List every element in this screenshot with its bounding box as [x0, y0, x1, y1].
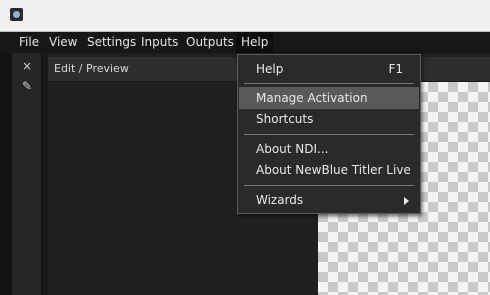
- window-title-bar: [0, 0, 490, 32]
- menu-item-label: About NDI...: [256, 142, 329, 156]
- submenu-arrow-icon: [404, 197, 409, 205]
- menu-bar: File View Settings Inputs Outputs Help: [0, 32, 490, 53]
- menu-settings[interactable]: Settings: [82, 32, 141, 53]
- menu-separator: [244, 134, 414, 135]
- menu-separator: [244, 83, 414, 84]
- menu-help[interactable]: Help: [236, 32, 274, 53]
- menu-item-label: Wizards: [256, 193, 304, 207]
- menu-item-manage-activation[interactable]: Manage Activation: [239, 87, 419, 109]
- close-icon[interactable]: ×: [20, 59, 34, 73]
- pin-icon[interactable]: ✎: [20, 79, 34, 93]
- menu-view[interactable]: View: [44, 32, 82, 53]
- menu-item-about-app[interactable]: About NewBlue Titler Live: [239, 159, 419, 181]
- app-icon: [10, 8, 23, 21]
- menu-item-about-ndi[interactable]: About NDI...: [239, 138, 419, 160]
- shortcut-label: F1: [388, 62, 403, 76]
- menu-item-label: Manage Activation: [256, 91, 368, 105]
- panel-title: Edit / Preview: [54, 62, 129, 75]
- menu-outputs[interactable]: Outputs: [181, 32, 239, 53]
- menu-separator: [244, 185, 414, 186]
- menu-file[interactable]: File: [14, 32, 44, 53]
- menu-inputs[interactable]: Inputs: [136, 32, 183, 53]
- tool-column: × ✎: [12, 53, 42, 295]
- menu-item-help[interactable]: Help F1: [239, 58, 419, 80]
- menu-item-wizards[interactable]: Wizards: [239, 189, 419, 211]
- menu-item-shortcuts[interactable]: Shortcuts: [239, 108, 419, 130]
- left-edge-strip: [0, 53, 12, 295]
- menu-item-label: Help: [256, 62, 284, 76]
- help-dropdown-menu: Help F1 Manage Activation Shortcuts Abou…: [237, 54, 421, 214]
- menu-item-label: About NewBlue Titler Live: [256, 163, 411, 177]
- menu-item-label: Shortcuts: [256, 112, 314, 126]
